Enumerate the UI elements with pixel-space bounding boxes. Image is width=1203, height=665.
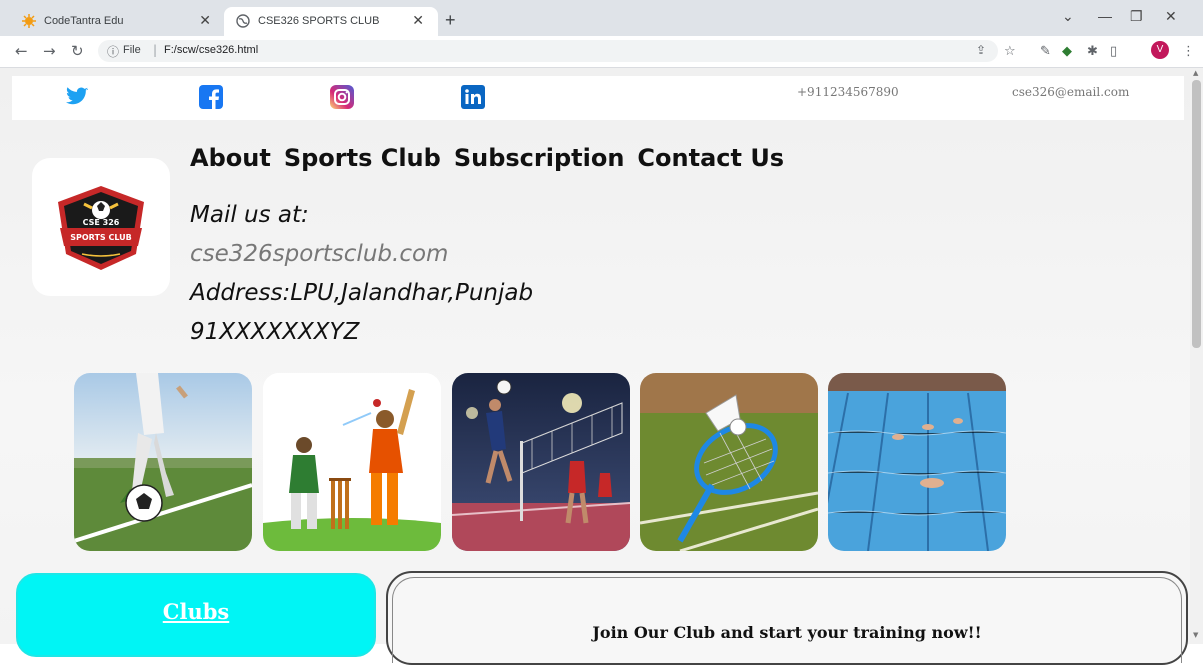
side-panel-icon[interactable]: ▯	[1110, 44, 1117, 59]
instagram-icon[interactable]	[330, 85, 354, 109]
extensions-puzzle-icon[interactable]: ✱	[1087, 44, 1098, 59]
join-club-card: Join Our Club and start your training no…	[386, 571, 1188, 665]
browser-toolbar: ← → ↻ ⓘ File | F:/scw/cse326.html ⇪ ☆ ✎ …	[0, 36, 1203, 68]
close-tab-icon[interactable]: ✕	[199, 12, 211, 29]
url-text[interactable]: F:/scw/cse326.html	[164, 44, 258, 56]
nav-sports-club[interactable]: Sports Club	[284, 144, 441, 172]
scroll-up-icon[interactable]: ▲	[1193, 69, 1198, 77]
facebook-icon[interactable]	[199, 85, 223, 109]
clubs-card: Clubs	[16, 573, 376, 657]
tab-codetantra[interactable]: CodeTantra Edu ✕	[10, 7, 225, 36]
forward-icon[interactable]: →	[43, 42, 56, 60]
eyedropper-extension-icon[interactable]: ✎	[1040, 44, 1051, 59]
reload-icon[interactable]: ↻	[71, 42, 84, 60]
main-nav: About Sports Club Subscription Contact Us	[190, 144, 797, 172]
header-email[interactable]: cse326@email.com	[1012, 85, 1129, 99]
join-club-text: Join Our Club and start your training no…	[592, 623, 982, 642]
swimming-image	[828, 373, 1006, 551]
share-icon[interactable]: ⇪	[976, 43, 986, 57]
globe-favicon-icon	[236, 14, 250, 28]
twitter-icon[interactable]	[65, 85, 89, 109]
back-icon[interactable]: ←	[15, 42, 28, 60]
club-logo-card: CSE 326 SPORTS CLUB	[32, 158, 170, 296]
clubs-title-link[interactable]: Clubs	[18, 599, 374, 624]
mail-label: Mail us at:	[190, 202, 309, 228]
header-phone: +911234567890	[797, 85, 899, 99]
tab-cse326-sports-club[interactable]: CSE326 SPORTS CLUB ✕	[224, 7, 438, 36]
nav-contact-us[interactable]: Contact Us	[637, 144, 784, 172]
football-image	[74, 373, 252, 551]
scrollbar-thumb[interactable]	[1192, 80, 1201, 348]
close-tab-icon[interactable]: ✕	[412, 12, 424, 29]
club-logo: CSE 326 SPORTS CLUB	[58, 186, 144, 270]
scroll-down-icon[interactable]: ▼	[1193, 631, 1198, 639]
page-content: +911234567890 cse326@email.com CSE 326 S…	[0, 68, 1190, 665]
menu-kebab-icon[interactable]: ⋮	[1182, 44, 1195, 59]
phone-text: 91XXXXXXXYZ	[190, 319, 360, 345]
address-text: Address:LPU,Jalandhar,Punjab	[190, 280, 534, 306]
browser-tab-bar: CodeTantra Edu ✕ CSE326 SPORTS CLUB ✕ + …	[0, 0, 1203, 36]
extension-icon[interactable]: ◆	[1062, 44, 1072, 59]
cricket-image	[263, 373, 441, 551]
scheme-label: File	[123, 44, 141, 56]
minimize-icon[interactable]: —	[1098, 8, 1112, 24]
profile-avatar[interactable]: V	[1151, 41, 1169, 59]
volleyball-image	[452, 373, 630, 551]
nav-subscription[interactable]: Subscription	[454, 144, 625, 172]
tab-search-icon[interactable]: ⌄	[1062, 8, 1074, 25]
join-card-inner-border	[392, 577, 1182, 663]
site-info-icon[interactable]: ⓘ	[107, 43, 119, 60]
address-bar[interactable]: ⓘ File | F:/scw/cse326.html ⇪	[98, 40, 998, 62]
tab-title: CodeTantra Edu	[44, 15, 124, 27]
new-tab-button[interactable]: +	[445, 10, 456, 31]
nav-about[interactable]: About	[190, 144, 271, 172]
badminton-image	[640, 373, 818, 551]
address-separator: |	[153, 43, 158, 57]
tab-title: CSE326 SPORTS CLUB	[258, 15, 380, 27]
logo-text-line1: CSE 326	[83, 218, 120, 227]
restore-icon[interactable]: ❐	[1130, 8, 1143, 25]
logo-text-line2: SPORTS CLUB	[70, 233, 132, 242]
social-contact-strip: +911234567890 cse326@email.com	[12, 76, 1184, 120]
codetantra-favicon-icon	[22, 14, 36, 28]
bookmark-star-icon[interactable]: ☆	[1004, 44, 1016, 59]
linkedin-icon[interactable]	[461, 85, 485, 109]
mail-value[interactable]: cse326sportsclub.com	[190, 241, 448, 267]
close-window-icon[interactable]: ✕	[1165, 8, 1177, 25]
page-scrollbar[interactable]: ▲ ▼	[1190, 68, 1203, 644]
